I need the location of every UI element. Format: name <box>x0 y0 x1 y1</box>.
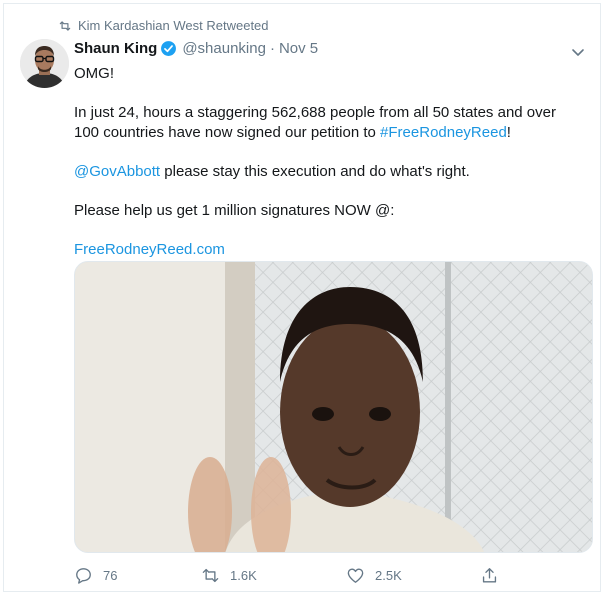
reply-icon <box>76 568 91 584</box>
tweet-paragraph-2: @GovAbbott please stay this execution an… <box>74 162 584 182</box>
reply-button[interactable]: 76 <box>74 566 117 585</box>
share-button[interactable] <box>480 566 509 585</box>
tweet-actions: 76 1.6K 2.5K <box>74 566 504 590</box>
mention-link[interactable]: @GovAbbott <box>74 163 160 180</box>
tweet-date[interactable]: Nov 5 <box>279 40 318 57</box>
verified-icon <box>161 41 177 56</box>
paragraph-2-text: please stay this execution and do what's… <box>160 163 470 180</box>
retweet-icon <box>202 568 219 583</box>
tweet-text: OMG! In just 24, hours a staggering 562,… <box>74 64 584 260</box>
author-name[interactable]: Shaun King <box>74 40 157 57</box>
author-handle[interactable]: @shaunking <box>182 40 266 57</box>
photo-image <box>75 262 592 552</box>
tweet-paragraph-1: In just 24, hours a staggering 562,688 p… <box>74 103 584 143</box>
reply-count: 76 <box>103 568 118 583</box>
tweet-line-1: OMG! <box>74 65 114 82</box>
tweet-card[interactable]: Kim Kardashian West Retweeted Shaun King… <box>3 3 601 592</box>
tweet-header: Shaun King @shaunking · Nov 5 <box>74 40 318 57</box>
tweet-paragraph-3: Please help us get 1 million signatures … <box>74 202 395 219</box>
like-count: 2.5K <box>375 568 402 583</box>
retweet-context: Kim Kardashian West Retweeted <box>58 18 269 33</box>
like-button[interactable]: 2.5K <box>346 566 402 585</box>
caret-down-icon[interactable] <box>570 44 586 60</box>
avatar-image <box>20 39 69 88</box>
website-link[interactable]: FreeRodneyReed.com <box>74 241 225 258</box>
tweet-photo[interactable] <box>74 261 593 553</box>
separator-dot: · <box>269 40 275 57</box>
like-icon <box>347 568 364 583</box>
paragraph-1-end: ! <box>506 124 511 141</box>
retweet-count: 1.6K <box>230 568 257 583</box>
retweet-button[interactable]: 1.6K <box>201 566 257 585</box>
avatar[interactable] <box>20 39 69 88</box>
share-icon <box>482 568 497 583</box>
retweet-icon <box>59 20 71 31</box>
retweet-context-text[interactable]: Kim Kardashian West Retweeted <box>78 18 269 33</box>
hashtag-link[interactable]: #FreeRodneyReed <box>380 124 507 141</box>
